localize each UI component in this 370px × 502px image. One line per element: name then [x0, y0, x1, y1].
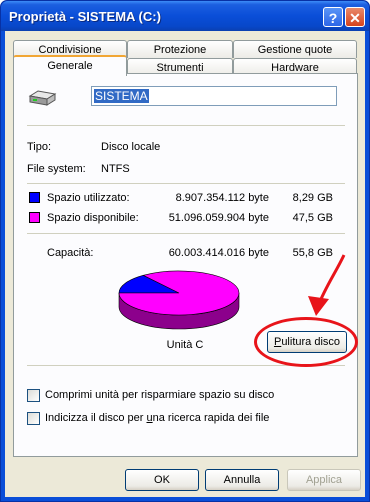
annotation-circle: [254, 317, 358, 367]
annotation-arrowhead: [308, 296, 329, 316]
tab-generale[interactable]: Generale: [13, 55, 127, 76]
